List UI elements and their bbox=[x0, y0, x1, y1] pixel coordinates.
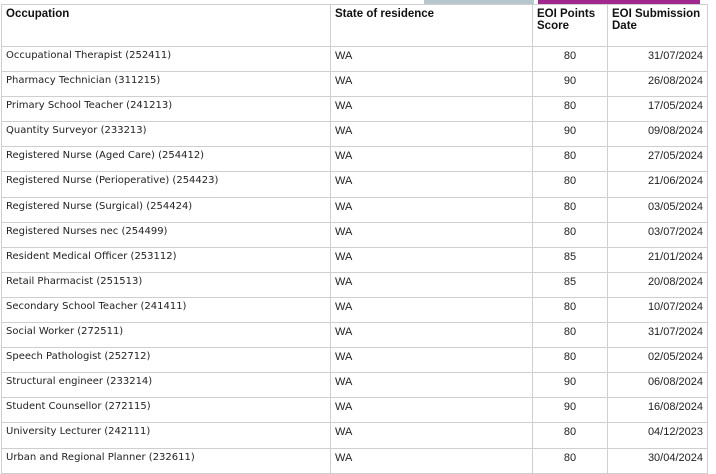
table-row: Registered Nurse (Perioperative) (254423… bbox=[1, 171, 708, 198]
occupation-cell: Quantity Surveyor (233213) bbox=[1, 121, 331, 148]
score-cell: 80 bbox=[532, 45, 608, 73]
date-cell: 30/04/2024 bbox=[607, 447, 708, 474]
table-row: Retail Pharmacist (251513) WA 85 20/08/2024 bbox=[1, 271, 708, 298]
state-cell: WA bbox=[330, 397, 533, 424]
table-row: Registered Nurses nec (254499) WA 80 03/07/… bbox=[1, 221, 708, 248]
state-cell: WA bbox=[330, 71, 533, 98]
occupation-cell: Registered Nurse (Aged Care) (254412) bbox=[1, 146, 331, 173]
date-cell: 31/07/2024 bbox=[607, 45, 708, 73]
score-cell: 80 bbox=[532, 347, 608, 374]
table-row: Registered Nurse (Aged Care) (254412) WA 8… bbox=[1, 146, 708, 173]
table-row: Urban and Regional Planner (232611) WA 80 3… bbox=[1, 447, 708, 474]
date-cell: 03/07/2024 bbox=[607, 221, 708, 248]
score-cell: 80 bbox=[532, 322, 608, 349]
state-cell: WA bbox=[330, 96, 533, 123]
table-row: Resident Medical Officer (253112) WA 85 21/… bbox=[1, 246, 708, 273]
state-cell: WA bbox=[330, 221, 533, 248]
score-cell: 90 bbox=[532, 397, 608, 424]
table-row: Student Counsellor (272115) WA 90 16/08/202… bbox=[1, 397, 708, 424]
date-cell: 02/05/2024 bbox=[607, 347, 708, 374]
date-cell: 09/08/2024 bbox=[607, 121, 708, 148]
occupation-cell: Urban and Regional Planner (232611) bbox=[1, 447, 331, 474]
date-cell: 31/07/2024 bbox=[607, 322, 708, 349]
header-occupation: Occupation bbox=[1, 4, 331, 47]
score-cell: 85 bbox=[532, 246, 608, 273]
date-cell: 21/06/2024 bbox=[607, 171, 708, 198]
state-cell: WA bbox=[330, 171, 533, 198]
date-cell: 26/08/2024 bbox=[607, 71, 708, 98]
occupation-cell: Social Worker (272511) bbox=[1, 322, 331, 349]
table-row: Primary School Teacher (241213) WA 80 17/05… bbox=[1, 96, 708, 123]
table-row: Speech Pathologist (252712) WA 80 02/05/202… bbox=[1, 347, 708, 374]
score-cell: 80 bbox=[532, 96, 608, 123]
occupation-cell: Occupational Therapist (252411) bbox=[1, 45, 331, 73]
state-cell: WA bbox=[330, 146, 533, 173]
date-cell: 03/05/2024 bbox=[607, 196, 708, 223]
score-cell: 80 bbox=[532, 196, 608, 223]
state-cell: WA bbox=[330, 296, 533, 324]
occupation-cell: Primary School Teacher (241213) bbox=[1, 96, 331, 123]
date-cell: 17/05/2024 bbox=[607, 96, 708, 123]
occupation-cell: Student Counsellor (272115) bbox=[1, 397, 331, 424]
date-cell: 27/05/2024 bbox=[607, 146, 708, 173]
table-row: Occupational Therapist (252411) WA 80 31/07… bbox=[1, 45, 708, 73]
state-cell: WA bbox=[330, 422, 533, 449]
table-row: Pharmacy Technician (311215) WA 90 26/08/20… bbox=[1, 71, 708, 98]
table-header-row: Occupation State of residence EOI Points… bbox=[1, 4, 708, 47]
occupation-cell: Structural engineer (233214) bbox=[1, 372, 331, 399]
state-cell: WA bbox=[330, 45, 533, 73]
state-cell: WA bbox=[330, 322, 533, 349]
occupation-cell: Registered Nurses nec (254499) bbox=[1, 221, 331, 248]
occupation-cell: Registered Nurse (Surgical) (254424) bbox=[1, 196, 331, 223]
state-cell: WA bbox=[330, 271, 533, 298]
table-row: Quantity Surveyor (233213) WA 90 09/08/2024 bbox=[1, 121, 708, 148]
score-cell: 80 bbox=[532, 422, 608, 449]
date-cell: 04/12/2023 bbox=[607, 422, 708, 449]
eoi-table: Occupation State of residence EOI Points… bbox=[1, 4, 708, 474]
table-row: Registered Nurse (Surgical) (254424) WA 80… bbox=[1, 196, 708, 223]
score-cell: 80 bbox=[532, 221, 608, 248]
table-row: Structural engineer (233214) WA 90 06/08/20… bbox=[1, 372, 708, 399]
score-cell: 80 bbox=[532, 146, 608, 173]
date-cell: 10/07/2024 bbox=[607, 296, 708, 324]
table-body: Occupational Therapist (252411) WA 80 31/07… bbox=[1, 45, 708, 474]
state-cell: WA bbox=[330, 196, 533, 223]
state-cell: WA bbox=[330, 372, 533, 399]
occupation-cell: Resident Medical Officer (253112) bbox=[1, 246, 331, 273]
date-cell: 21/01/2024 bbox=[607, 246, 708, 273]
state-cell: WA bbox=[330, 121, 533, 148]
state-cell: WA bbox=[330, 347, 533, 374]
score-cell: 90 bbox=[532, 121, 608, 148]
score-cell: 80 bbox=[532, 447, 608, 474]
score-cell: 80 bbox=[532, 171, 608, 198]
table-row: Secondary School Teacher (241411) WA 80 10/… bbox=[1, 296, 708, 324]
state-cell: WA bbox=[330, 447, 533, 474]
table-row: Social Worker (272511) WA 80 31/07/2024 bbox=[1, 322, 708, 349]
score-cell: 90 bbox=[532, 372, 608, 399]
date-cell: 16/08/2024 bbox=[607, 397, 708, 424]
score-cell: 85 bbox=[532, 271, 608, 298]
date-cell: 20/08/2024 bbox=[607, 271, 708, 298]
header-date: EOI Submission Date bbox=[607, 4, 708, 47]
occupation-cell: Secondary School Teacher (241411) bbox=[1, 296, 331, 324]
header-score: EOI Points Score bbox=[532, 4, 608, 47]
state-cell: WA bbox=[330, 246, 533, 273]
occupation-cell: Retail Pharmacist (251513) bbox=[1, 271, 331, 298]
table-row: University Lecturer (242111) WA 80 04/12/20… bbox=[1, 422, 708, 449]
date-cell: 06/08/2024 bbox=[607, 372, 708, 399]
score-cell: 90 bbox=[532, 71, 608, 98]
occupation-cell: Speech Pathologist (252712) bbox=[1, 347, 331, 374]
occupation-cell: Pharmacy Technician (311215) bbox=[1, 71, 331, 98]
score-cell: 80 bbox=[532, 296, 608, 324]
header-state: State of residence bbox=[330, 4, 533, 47]
occupation-cell: Registered Nurse (Perioperative) (254423… bbox=[1, 171, 331, 198]
occupation-cell: University Lecturer (242111) bbox=[1, 422, 331, 449]
